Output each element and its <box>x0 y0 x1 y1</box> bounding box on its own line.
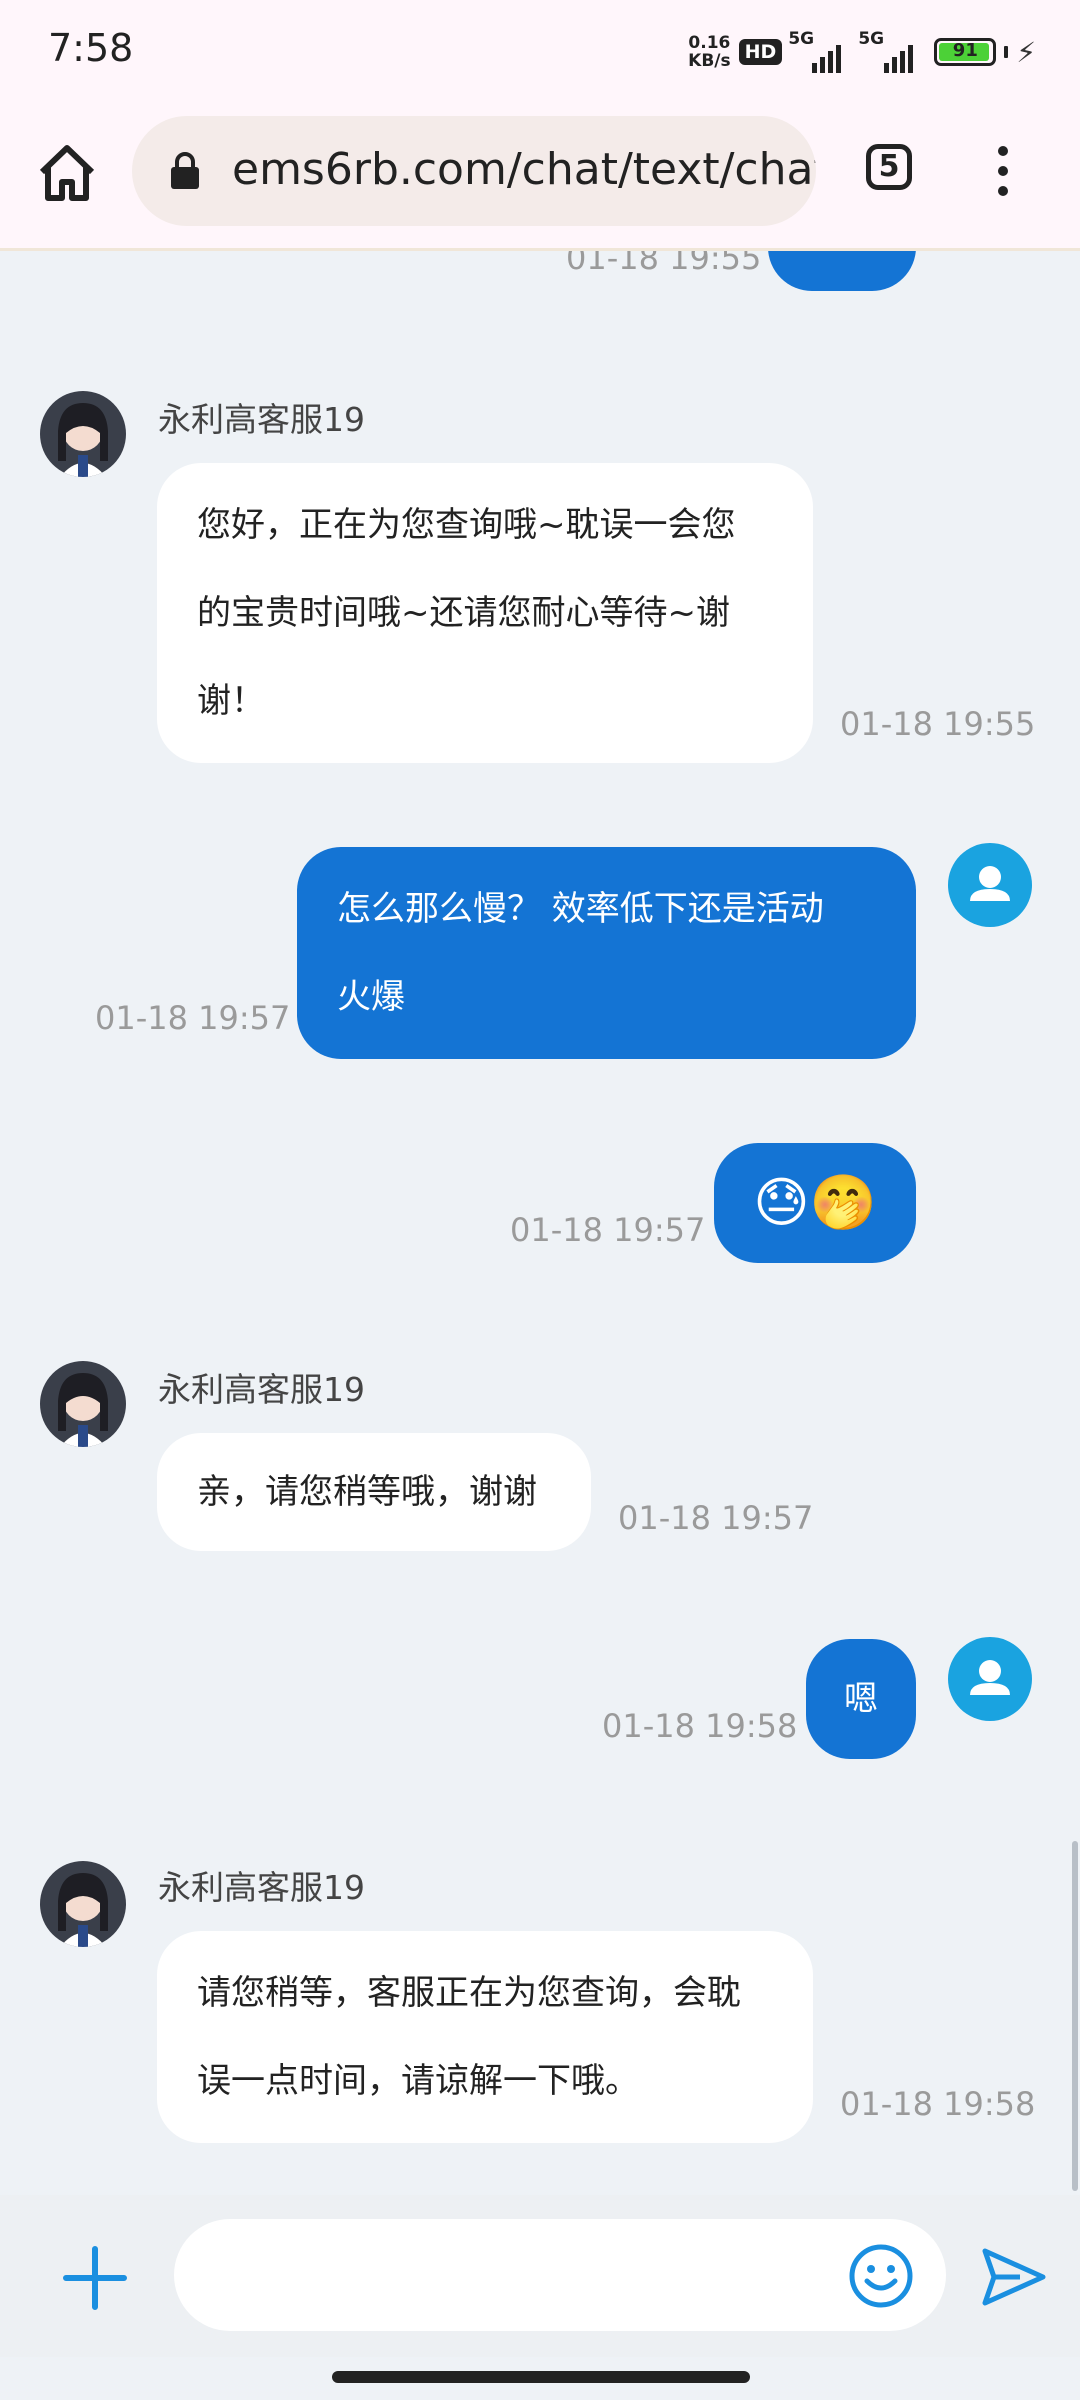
message-bubble-incoming: 请您稍等，客服正在为您查询，会耽 误一点时间，请谅解一下哦。 <box>157 1931 813 2143</box>
status-bar: 7:58 0.16 KB/s HD 5G 5G 91 ⚡ <box>0 0 1080 100</box>
tab-switcher-button[interactable]: 5 <box>866 144 912 190</box>
home-icon <box>39 145 95 201</box>
emoji-content: 😓🤭 <box>753 1171 877 1234</box>
plus-icon <box>63 2246 127 2310</box>
agent-avatar <box>40 1861 126 1947</box>
signal-icon-2: 5G <box>858 29 926 73</box>
user-avatar <box>948 1637 1032 1721</box>
message-timestamp: 01-18 19:55 <box>840 705 1036 743</box>
chat-messages[interactable]: 01-18 19:55 永利高客服19 您好，正在为您查询哦~耽误一会您 的宝贵… <box>0 251 1080 2195</box>
message-input[interactable] <box>174 2219 946 2331</box>
agent-avatar <box>40 391 126 477</box>
user-icon <box>970 866 1010 901</box>
message-bubble-outgoing <box>768 251 916 291</box>
message-timestamp: 01-18 19:55 <box>566 251 762 277</box>
message-bubble-incoming: 您好，正在为您查询哦~耽误一会您 的宝贵时间哦~还请您耐心等待~谢 谢！ <box>157 463 813 763</box>
message-timestamp: 01-18 19:57 <box>95 999 291 1037</box>
browser-toolbar: ems6rb.com/chat/text/chat_ 5 <box>0 100 1080 251</box>
emoji-button[interactable] <box>848 2243 914 2309</box>
message-timestamp: 01-18 19:57 <box>618 1499 814 1537</box>
message-timestamp: 01-18 19:58 <box>840 2085 1036 2123</box>
send-icon <box>982 2248 1046 2306</box>
signal-icon: 5G <box>788 29 852 73</box>
scrollbar[interactable] <box>1072 1841 1078 2191</box>
message-timestamp: 01-18 19:58 <box>602 1707 798 1745</box>
status-time: 7:58 <box>48 26 134 70</box>
message-bubble-incoming: 亲，请您稍等哦，谢谢 <box>157 1433 591 1551</box>
message-bubble-outgoing: 😓🤭 <box>714 1143 916 1263</box>
message-bubble-outgoing: 怎么那么慢？ 效率低下还是活动 火爆 <box>297 847 916 1059</box>
url-text: ems6rb.com/chat/text/chat_ <box>232 144 816 195</box>
charging-icon: ⚡ <box>1016 35 1036 69</box>
more-menu-button[interactable] <box>988 146 1018 196</box>
user-icon <box>970 1660 1010 1695</box>
network-speed: 0.16 KB/s <box>688 33 731 71</box>
message-input-bar <box>0 2195 1080 2357</box>
message-timestamp: 01-18 19:57 <box>510 1211 706 1249</box>
agent-avatar <box>40 1361 126 1447</box>
smiley-icon <box>849 2244 913 2308</box>
add-attachment-button[interactable] <box>62 2245 128 2311</box>
status-icons: 0.16 KB/s HD 5G 5G 91 ⚡ <box>688 29 1036 74</box>
user-avatar <box>948 843 1032 927</box>
battery-icon: 91 <box>934 38 997 66</box>
home-button[interactable] <box>36 142 98 204</box>
sender-name: 永利高客服19 <box>158 1868 365 1907</box>
hd-icon: HD <box>738 39 783 65</box>
sender-name: 永利高客服19 <box>158 400 365 439</box>
address-bar[interactable]: ems6rb.com/chat/text/chat_ <box>132 116 816 226</box>
home-indicator[interactable] <box>332 2371 750 2383</box>
message-bubble-outgoing: 嗯 <box>806 1639 916 1759</box>
sender-name: 永利高客服19 <box>158 1370 365 1409</box>
lock-icon <box>171 152 199 189</box>
send-button[interactable] <box>980 2245 1048 2309</box>
